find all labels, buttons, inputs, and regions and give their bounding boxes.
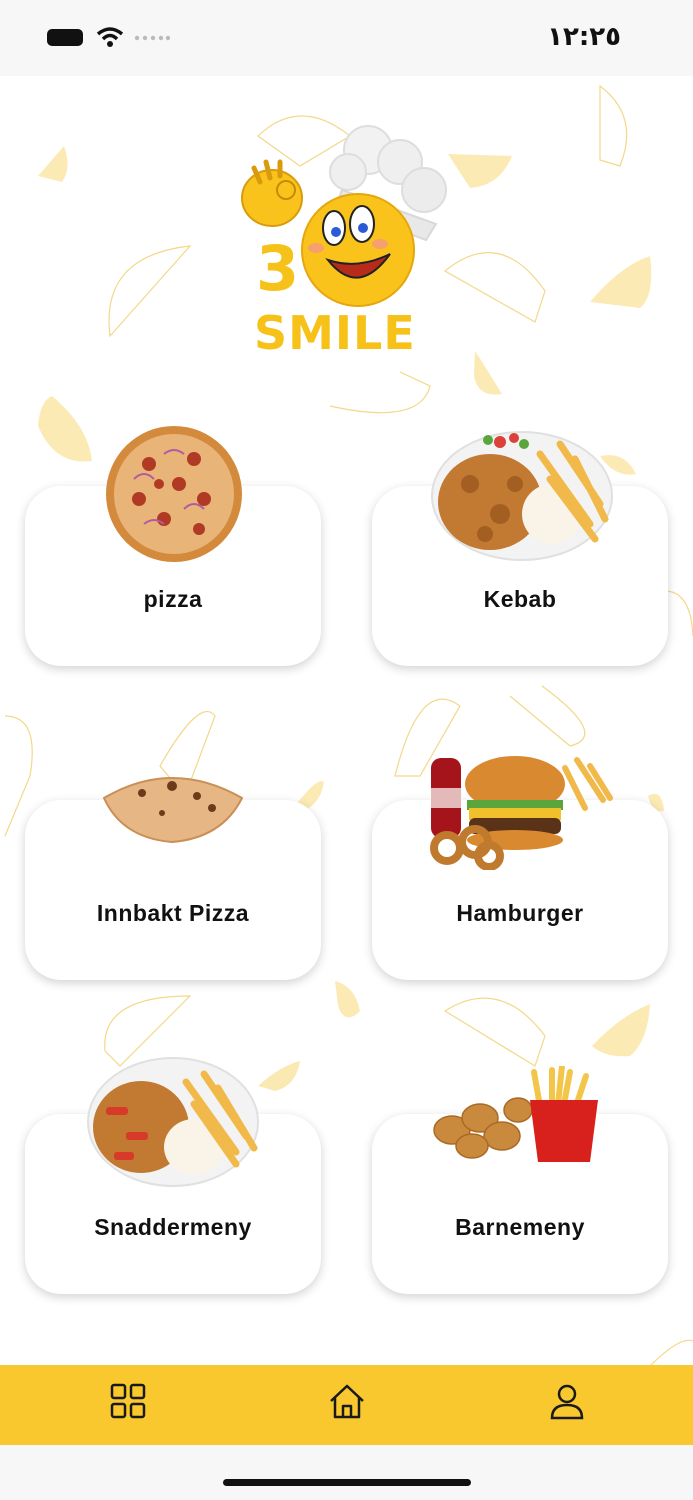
bottom-navigation xyxy=(0,1365,693,1445)
status-time: ١٢:٢٥ xyxy=(547,22,621,52)
category-label: Kebab xyxy=(483,586,557,612)
brand-logo: 3 SMILE xyxy=(230,120,460,370)
status-icons xyxy=(46,26,170,48)
category-label: Innbakt Pizza xyxy=(96,900,250,926)
kebab-image xyxy=(431,431,613,561)
category-label: Hamburger xyxy=(456,900,584,926)
home-indicator[interactable] xyxy=(223,1479,471,1486)
brand-name: SMILE xyxy=(254,306,416,360)
signal-icon xyxy=(134,35,170,41)
snaddermeny-image xyxy=(87,1057,259,1187)
pizza-image xyxy=(106,426,242,562)
category-label: pizza xyxy=(143,586,203,612)
status-bar: ١٢:٢٥ xyxy=(0,0,693,76)
grid-icon[interactable] xyxy=(108,1381,148,1421)
home-indicator-area xyxy=(0,1445,693,1500)
category-label: Snaddermeny xyxy=(94,1214,252,1240)
brand-number: 3 xyxy=(256,232,300,305)
battery-icon xyxy=(47,29,83,46)
home-icon[interactable] xyxy=(327,1381,367,1421)
hamburger-combo-image xyxy=(430,756,613,870)
user-icon[interactable] xyxy=(547,1381,587,1421)
category-label: Barnemeny xyxy=(455,1214,585,1240)
barnemeny-image xyxy=(433,1066,598,1162)
wifi-icon xyxy=(96,27,124,47)
calzone-image xyxy=(102,777,244,844)
